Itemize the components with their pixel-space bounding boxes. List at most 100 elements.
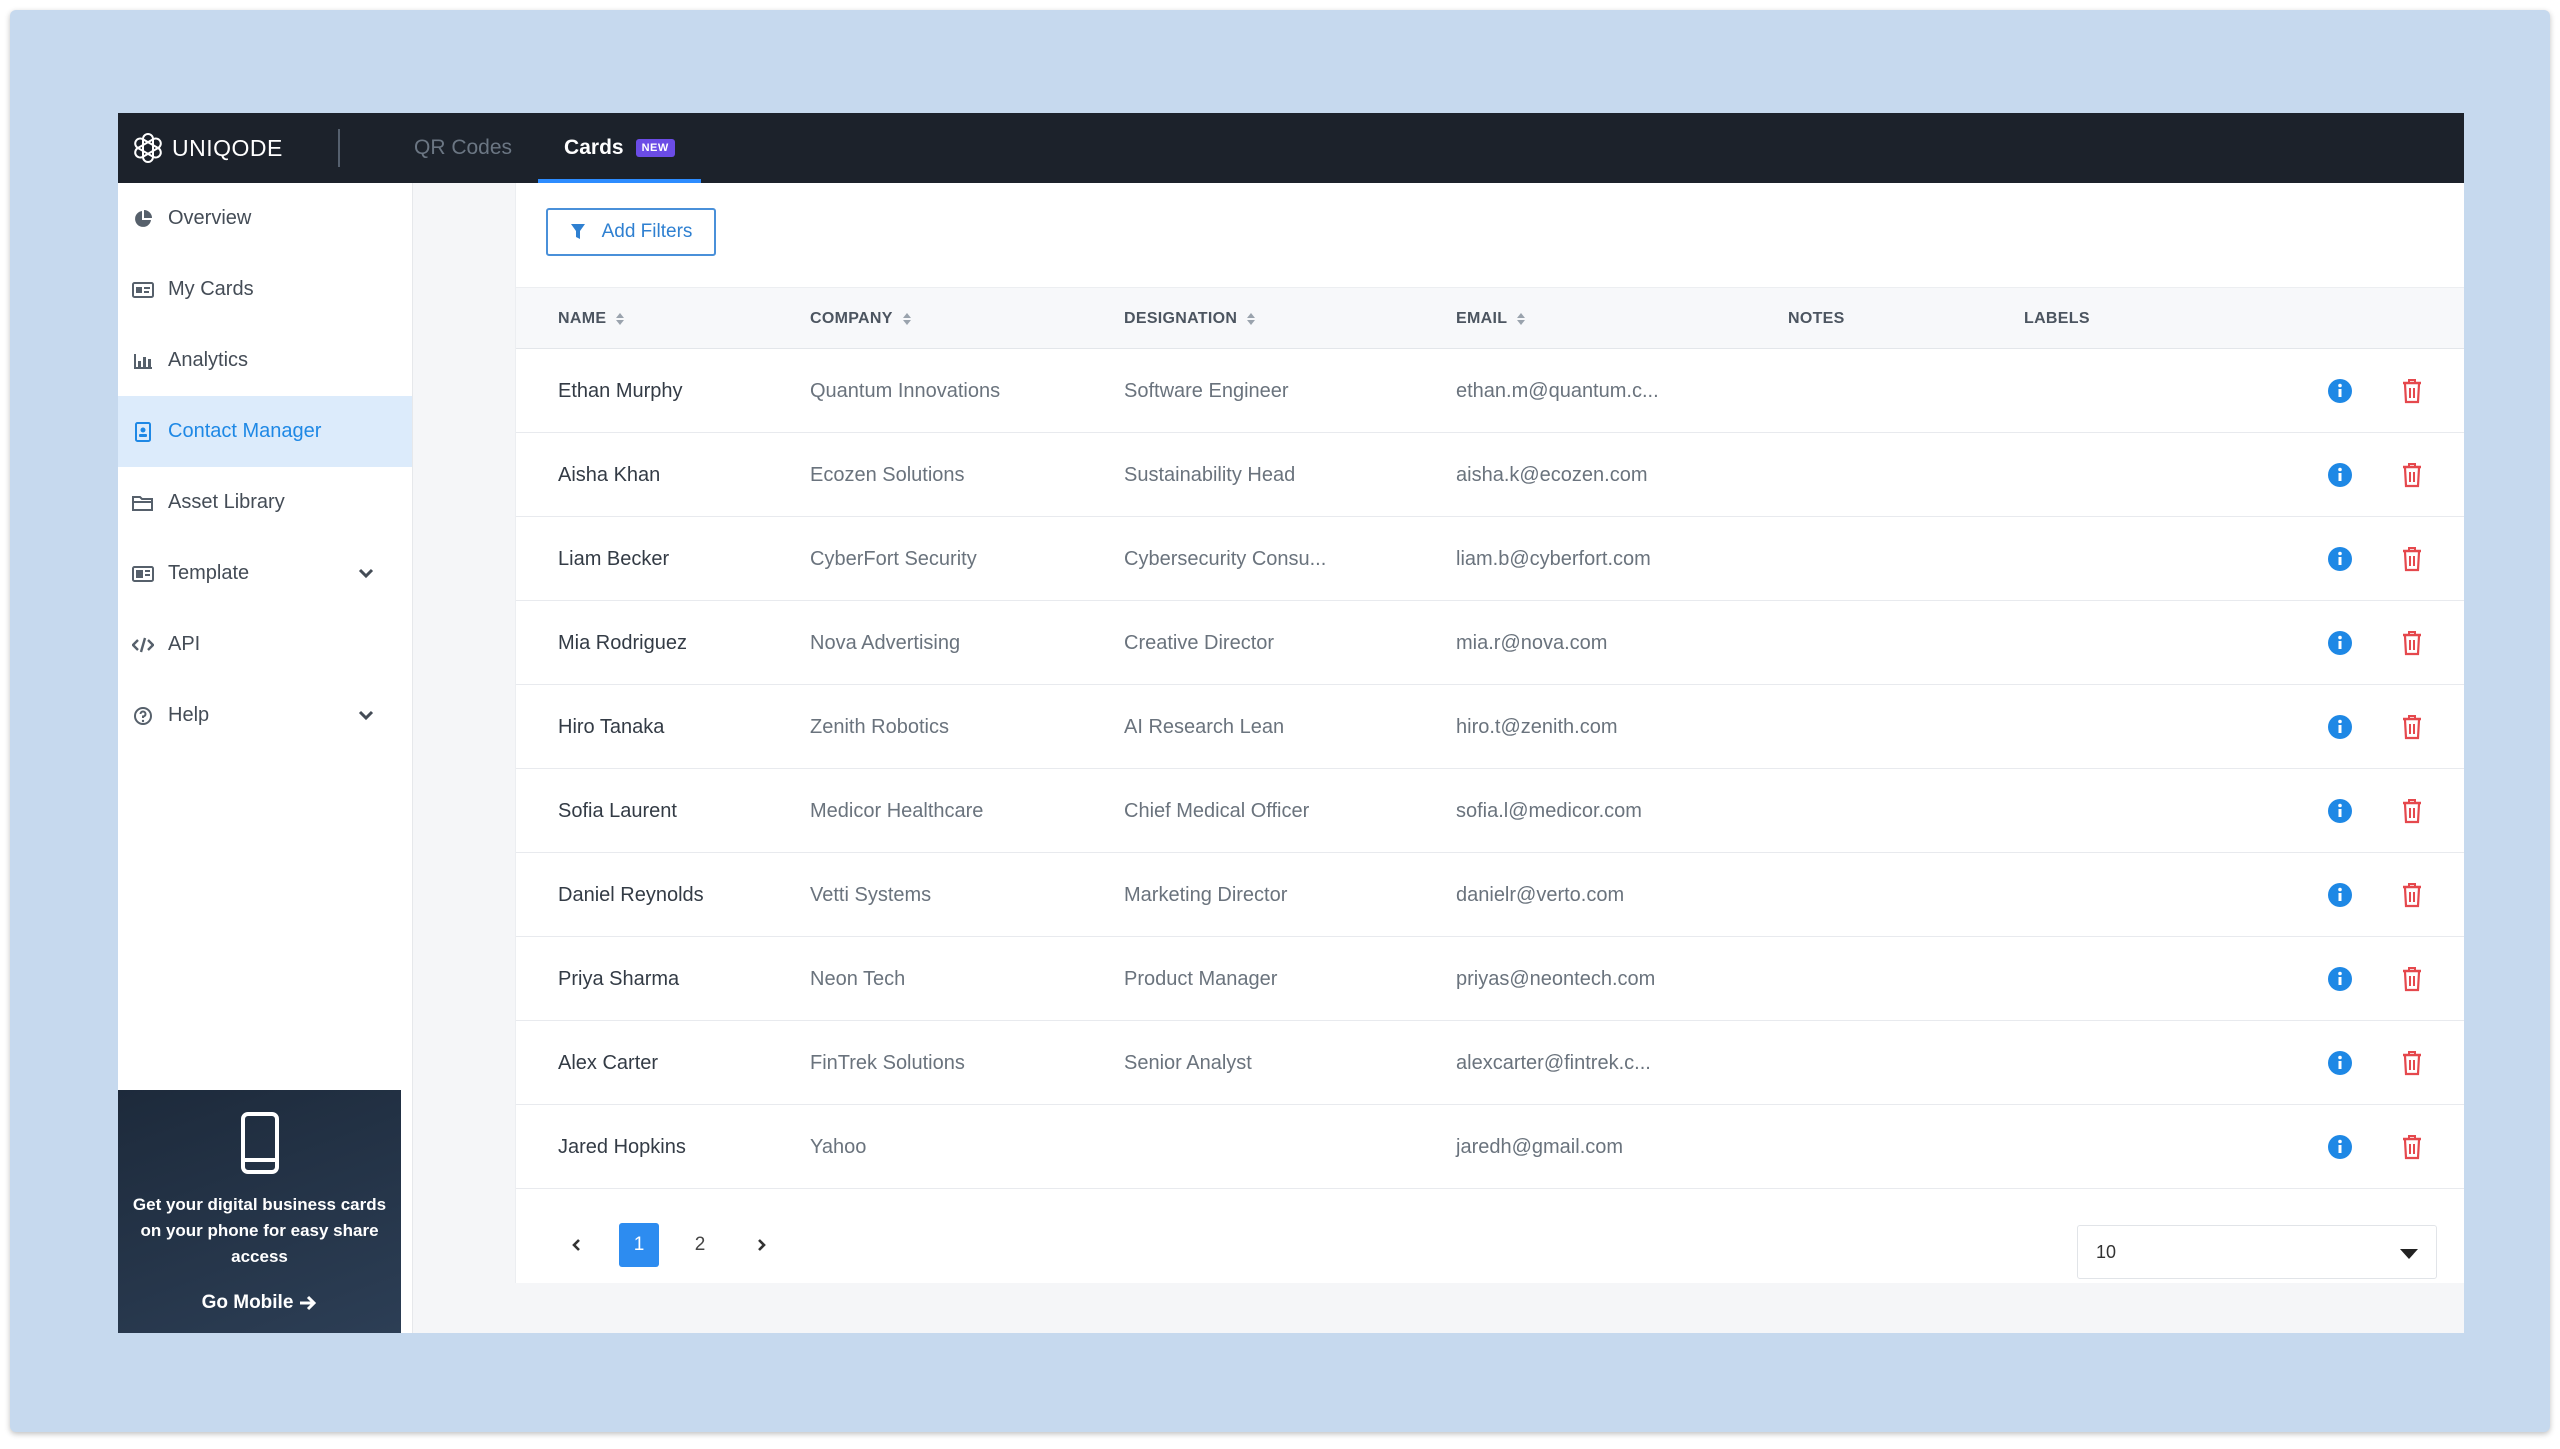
table-row[interactable]: Daniel Reynolds Vetti Systems Marketing Di… — [516, 853, 2464, 937]
trash-icon[interactable] — [2398, 797, 2426, 825]
info-icon[interactable] — [2326, 881, 2354, 909]
info-icon[interactable] — [2326, 713, 2354, 741]
page-size-select[interactable]: 10 — [2077, 1225, 2437, 1279]
trash-icon[interactable] — [2398, 461, 2426, 489]
table-row[interactable]: Ethan Murphy Quantum Innovations Software … — [516, 349, 2464, 433]
prev-page-button[interactable] — [556, 1223, 596, 1267]
sidebar-item-overview[interactable]: Overview — [118, 183, 412, 254]
sidebar-item-api[interactable]: API — [118, 609, 412, 680]
cell-company: Vetti Systems — [810, 883, 932, 906]
pie-chart-icon — [132, 208, 154, 230]
column-header-label: NOTES — [1788, 310, 1845, 327]
info-icon[interactable] — [2326, 629, 2354, 657]
cell-email: jaredh@gmail.com — [1456, 1135, 1624, 1158]
trash-icon[interactable] — [2398, 1133, 2426, 1161]
tab-cards[interactable]: Cards NEW — [538, 113, 701, 183]
cell-designation: Cybersecurity Consu... — [1124, 547, 1327, 570]
column-header-label: DESIGNATION — [1124, 310, 1238, 327]
sidebar-item-label: API — [168, 633, 201, 655]
table-row[interactable]: Sofia Laurent Medicor Healthcare Chief Med… — [516, 769, 2464, 853]
add-filters-button[interactable]: Add Filters — [546, 208, 716, 256]
cell-name: Ethan Murphy — [558, 379, 683, 402]
info-icon[interactable] — [2326, 461, 2354, 489]
cell-company: Neon Tech — [810, 967, 906, 990]
cell-company: Yahoo — [810, 1135, 867, 1158]
sidebar-item-my-cards[interactable]: My Cards — [118, 254, 412, 325]
info-icon[interactable] — [2326, 1049, 2354, 1077]
page-2-button[interactable]: 2 — [680, 1223, 720, 1267]
cell-name: Mia Rodriguez — [558, 631, 687, 654]
contacts-icon — [132, 421, 154, 443]
folder-icon — [132, 492, 154, 514]
cell-designation: Sustainability Head — [1124, 463, 1296, 486]
cell-name: Priya Sharma — [558, 967, 680, 990]
info-icon[interactable] — [2326, 1133, 2354, 1161]
sidebar-item-label: Analytics — [168, 349, 249, 371]
next-page-button[interactable] — [742, 1223, 782, 1267]
cell-company: Medicor Healthcare — [810, 799, 984, 822]
cell-designation: Software Engineer — [1124, 379, 1289, 402]
sort-icon[interactable] — [902, 313, 911, 325]
trash-icon[interactable] — [2398, 545, 2426, 573]
table-row[interactable]: Liam Becker CyberFort Security Cybersecuri… — [516, 517, 2464, 601]
sidebar-item-asset-library[interactable]: Asset Library — [118, 467, 412, 538]
info-icon[interactable] — [2326, 377, 2354, 405]
contact-manager-panel: Add Filters NAME COMPANY DESIGNATION EMA… — [515, 183, 2464, 1283]
table-row[interactable]: Aisha Khan Ecozen Solutions Sustainability… — [516, 433, 2464, 517]
column-header-company[interactable]: COMPANY — [810, 288, 911, 350]
trash-icon[interactable] — [2398, 965, 2426, 993]
table-row[interactable]: Hiro Tanaka Zenith Robotics AI Research Le… — [516, 685, 2464, 769]
trash-icon[interactable] — [2398, 881, 2426, 909]
page-1-button[interactable]: 1 — [619, 1223, 659, 1267]
cell-email: liam.b@cyberfort.com — [1456, 547, 1651, 570]
tab-qr-codes[interactable]: QR Codes — [388, 113, 538, 183]
cell-email: alexcarter@fintrek.c... — [1456, 1051, 1651, 1074]
cell-name: Liam Becker — [558, 547, 670, 570]
go-mobile-label: Go Mobile — [201, 1292, 294, 1313]
table-row[interactable]: Alex Carter FinTrek Solutions Senior Analy… — [516, 1021, 2464, 1105]
pagination: 1 2 10 — [516, 1213, 2464, 1283]
sidebar-item-template[interactable]: Template — [118, 538, 412, 609]
sidebar-item-contact-manager[interactable]: Contact Manager — [118, 396, 412, 467]
info-icon[interactable] — [2326, 965, 2354, 993]
add-filters-label: Add Filters — [601, 221, 693, 242]
promo-text: Get your digital business cards on your … — [132, 1195, 387, 1266]
table-row[interactable]: Priya Sharma Neon Tech Product Manager priy… — [516, 937, 2464, 1021]
table-row[interactable]: Mia Rodriguez Nova Advertising Creative Di… — [516, 601, 2464, 685]
sort-icon[interactable] — [616, 313, 625, 325]
help-icon — [132, 705, 154, 727]
column-header-name[interactable]: NAME — [558, 288, 625, 350]
column-header-label: NAME — [558, 310, 607, 327]
sort-icon[interactable] — [1247, 313, 1256, 325]
sidebar-item-label: Overview — [168, 207, 252, 229]
cell-name: Jared Hopkins — [558, 1135, 686, 1158]
sort-icon[interactable] — [1517, 313, 1526, 325]
table-row[interactable]: Jared Hopkins Yahoo jaredh@gmail.com — [516, 1105, 2464, 1189]
sidebar: Overview My Cards Analytics Contact Mana… — [118, 183, 413, 1333]
cell-email: danielr@verto.com — [1456, 883, 1625, 906]
sidebar-item-label: Asset Library — [168, 491, 285, 513]
tab-qr-codes-label: QR Codes — [414, 136, 513, 159]
column-header-designation[interactable]: DESIGNATION — [1124, 288, 1256, 350]
column-header-labels: LABELS — [2024, 288, 2090, 350]
column-header-email[interactable]: EMAIL — [1456, 288, 1526, 350]
chevron-down-icon[interactable] — [358, 704, 374, 727]
cell-company: Ecozen Solutions — [810, 463, 965, 486]
trash-icon[interactable] — [2398, 629, 2426, 657]
trash-icon[interactable] — [2398, 377, 2426, 405]
trash-icon[interactable] — [2398, 713, 2426, 741]
sidebar-item-analytics[interactable]: Analytics — [118, 325, 412, 396]
info-icon[interactable] — [2326, 797, 2354, 825]
go-mobile-link[interactable]: Go Mobile — [202, 1292, 318, 1314]
brand-logo[interactable]: UNIQODE — [118, 113, 338, 183]
cell-company: Nova Advertising — [810, 631, 961, 654]
cell-designation: Marketing Director — [1124, 883, 1288, 906]
chevron-down-icon[interactable] — [358, 562, 374, 585]
info-icon[interactable] — [2326, 545, 2354, 573]
cell-designation: Senior Analyst — [1124, 1051, 1252, 1074]
trash-icon[interactable] — [2398, 1049, 2426, 1077]
new-badge: NEW — [635, 139, 675, 157]
column-header-label: LABELS — [2024, 310, 2090, 327]
sidebar-item-help[interactable]: Help — [118, 680, 412, 751]
cell-designation: Chief Medical Officer — [1124, 799, 1310, 822]
